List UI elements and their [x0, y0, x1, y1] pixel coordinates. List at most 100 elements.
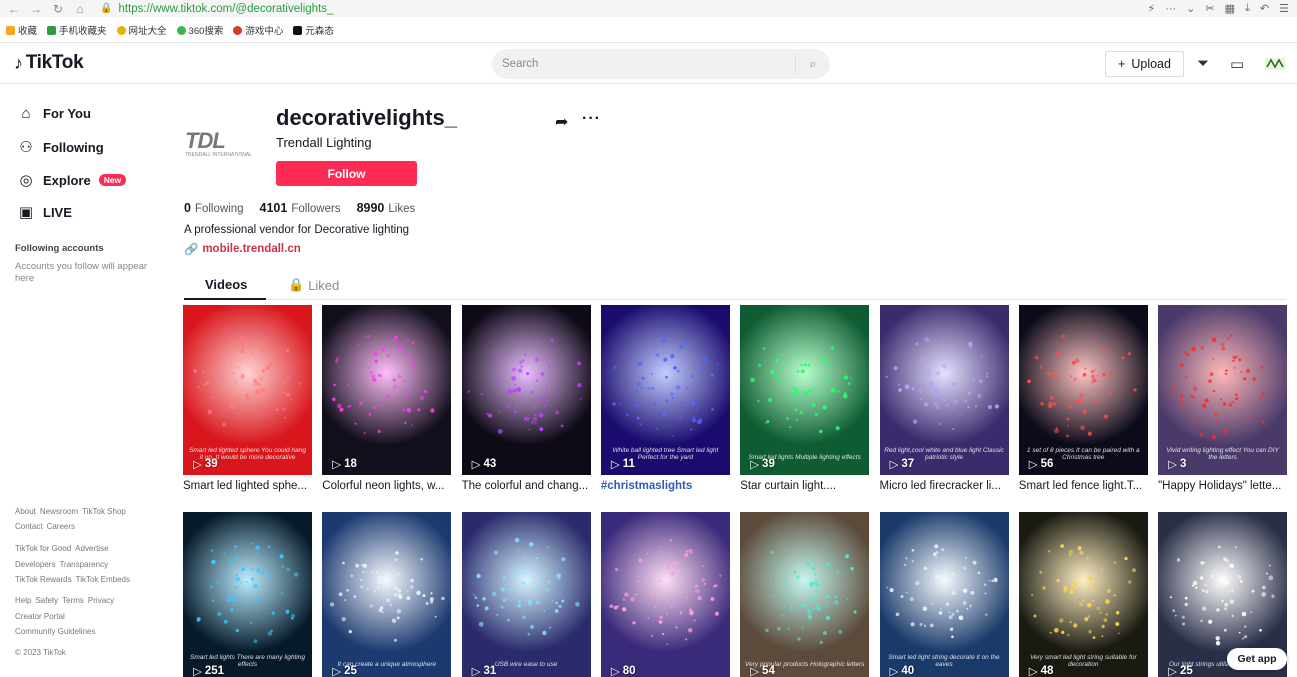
video-card[interactable]: Red light,cool white and blue light Clas…	[879, 305, 1009, 492]
light-dot	[681, 402, 684, 405]
follow-button[interactable]: Follow	[276, 161, 417, 186]
menu-icon[interactable]: ☰	[1279, 2, 1289, 15]
video-thumbnail[interactable]: Vivid writing lighting effect You can DI…	[1158, 305, 1288, 475]
footer-link[interactable]: Contact	[15, 522, 43, 531]
video-card[interactable]: Smart led lights Multiple lighting effec…	[740, 305, 870, 492]
sidebar-item-for-you[interactable]: ⌂ For You	[17, 105, 90, 122]
video-thumbnail[interactable]: Smart led lights Multiple lighting effec…	[740, 305, 870, 475]
video-card[interactable]: Smart led light string decorate it on th…	[879, 512, 1009, 677]
video-thumbnail[interactable]: 1 set of 8 pieces It can be paired with …	[1018, 305, 1148, 475]
bookmark-item[interactable]: 网址大全	[116, 23, 167, 37]
video-title[interactable]: The colorful and chang...	[462, 480, 589, 492]
video-card[interactable]: White ball lighted tree Smart led light …	[600, 305, 730, 492]
video-card[interactable]: ▷ 18 Colorful neon lights, w...	[322, 305, 452, 492]
light-dot	[1240, 371, 1243, 373]
video-card[interactable]: ▷ 80	[600, 512, 730, 677]
video-card[interactable]: ▷ 43 The colorful and chang...	[461, 305, 591, 492]
video-thumbnail[interactable]: Very popular products Holographic letter…	[740, 512, 870, 677]
video-thumbnail[interactable]: Red light,cool white and blue light Clas…	[879, 305, 1009, 475]
video-title[interactable]: #christmaslights	[601, 480, 728, 492]
footer-link[interactable]: Careers	[47, 522, 75, 531]
video-title[interactable]: Smart led lighted sphe...	[183, 480, 310, 492]
search-bar[interactable]: Search ⌕	[492, 49, 830, 79]
footer-link[interactable]: Creator Portal	[15, 612, 65, 621]
download-icon[interactable]: ⤓	[1245, 2, 1250, 15]
video-thumbnail[interactable]: Smart led light string decorate it on th…	[879, 512, 1009, 677]
footer-link[interactable]: Safety	[35, 596, 58, 605]
tab-videos[interactable]: Videos	[205, 277, 247, 292]
user-avatar[interactable]	[1264, 55, 1286, 73]
video-card[interactable]: Very smart led light string suitable for…	[1018, 512, 1148, 677]
home-icon[interactable]: ⌂	[74, 2, 86, 16]
video-card[interactable]: Smart led lighted sphere You could hang …	[183, 305, 312, 492]
video-thumbnail[interactable]: ▷ 18	[322, 305, 452, 475]
video-card[interactable]: 1 set of 8 pieces It can be paired with …	[1018, 305, 1148, 492]
footer-link[interactable]: TikTok for Good	[15, 544, 71, 553]
video-card[interactable]: Vivid writing lighting effect You can DI…	[1158, 305, 1288, 492]
video-card[interactable]: Smart led lights There are many lighting…	[183, 512, 312, 677]
video-card[interactable]: Very popular products Holographic letter…	[740, 512, 870, 677]
address-bar[interactable]: 🔒 https://www.tiktok.com/@decorativeligh…	[100, 3, 333, 15]
footer-link[interactable]: Developers	[15, 560, 55, 569]
video-thumbnail[interactable]: It can create a unique atmosphere ▷ 25	[322, 512, 452, 677]
sidebar-item-explore[interactable]: ◎ Explore New	[17, 171, 127, 189]
footer-link[interactable]: About	[15, 507, 36, 516]
tiktok-logo[interactable]: ♪ TikTok	[14, 52, 84, 74]
video-thumbnail[interactable]: Smart led lighted sphere You could hang …	[183, 305, 312, 475]
light-dot	[506, 618, 510, 622]
tab-liked[interactable]: 🔒 Liked	[288, 277, 339, 293]
footer-link[interactable]: Transparency	[59, 560, 108, 569]
more-options-icon[interactable]: ···	[582, 110, 601, 128]
chevron-down-icon[interactable]: ⌄	[1186, 2, 1195, 15]
undo-icon[interactable]: ↶	[1260, 2, 1269, 15]
bookmark-item[interactable]: 收藏	[6, 23, 37, 37]
video-thumbnail[interactable]: Very smart led light string suitable for…	[1018, 512, 1148, 677]
filter-send-icon[interactable]: ⏷	[1197, 55, 1209, 72]
search-input[interactable]: Search	[502, 58, 795, 70]
bookmark-item[interactable]: 手机收藏夹	[47, 23, 107, 37]
more-icon[interactable]: ···	[1165, 3, 1176, 15]
video-thumbnail[interactable]: Smart led lights There are many lighting…	[183, 512, 312, 677]
reload-icon[interactable]: ↻	[52, 2, 64, 16]
back-icon[interactable]: ←	[8, 2, 20, 16]
light-dot	[847, 382, 851, 386]
url-text[interactable]: https://www.tiktok.com/@decorativelights…	[118, 3, 333, 15]
upload-button[interactable]: + Upload	[1105, 51, 1184, 77]
forward-icon[interactable]: →	[30, 2, 42, 16]
get-app-button[interactable]: Get app	[1227, 648, 1287, 670]
video-card[interactable]: USB wire ease to use ▷ 31	[461, 512, 591, 677]
footer-link[interactable]: Community Guidelines	[15, 627, 95, 636]
light-dot	[353, 595, 357, 598]
video-thumbnail[interactable]: ▷ 80	[600, 512, 730, 677]
sidebar-item-following[interactable]: ⚇ Following	[17, 138, 103, 156]
footer-link[interactable]: Help	[15, 596, 31, 605]
profile-link[interactable]: 🔗 mobile.trendall.cn	[184, 242, 301, 256]
share-icon[interactable]: ➦	[555, 112, 568, 132]
bookmark-item[interactable]: 游戏中心	[233, 23, 283, 37]
bookmark-item[interactable]: 360搜索	[176, 23, 223, 37]
footer-link[interactable]: Privacy	[88, 596, 114, 605]
bolt-icon[interactable]: ⚡	[1147, 2, 1155, 15]
video-card[interactable]: It can create a unique atmosphere ▷ 25	[322, 512, 452, 677]
footer-link[interactable]: TikTok Rewards	[15, 575, 72, 584]
footer-link[interactable]: TikTok Shop	[82, 507, 126, 516]
video-thumbnail[interactable]: White ball lighted tree Smart led light …	[600, 305, 730, 475]
sidebar-item-live[interactable]: ▣ LIVE	[17, 203, 72, 221]
search-icon[interactable]: ⌕	[796, 56, 830, 72]
video-title[interactable]: "Happy Holidays" lette...	[1158, 480, 1285, 492]
video-title[interactable]: Star curtain light....	[740, 480, 867, 492]
video-thumbnail[interactable]: ▷ 43	[461, 305, 591, 475]
bookmark-item[interactable]: 元森态	[293, 23, 334, 37]
video-thumbnail[interactable]: USB wire ease to use ▷ 31	[461, 512, 591, 677]
video-title[interactable]: Micro led firecracker li...	[880, 480, 1007, 492]
video-title[interactable]: Colorful neon lights, w...	[322, 480, 449, 492]
footer-link[interactable]: Advertise	[75, 544, 108, 553]
grid-icon[interactable]: ▦	[1225, 2, 1235, 15]
light-dot	[499, 605, 504, 609]
video-title[interactable]: Smart led fence light.T...	[1019, 480, 1146, 492]
footer-link[interactable]: TikTok Embeds	[76, 575, 130, 584]
scissors-icon[interactable]: ✂	[1205, 2, 1214, 15]
message-icon[interactable]: ▭	[1230, 55, 1244, 73]
footer-link[interactable]: Terms	[62, 596, 84, 605]
footer-link[interactable]: Newsroom	[40, 507, 78, 516]
